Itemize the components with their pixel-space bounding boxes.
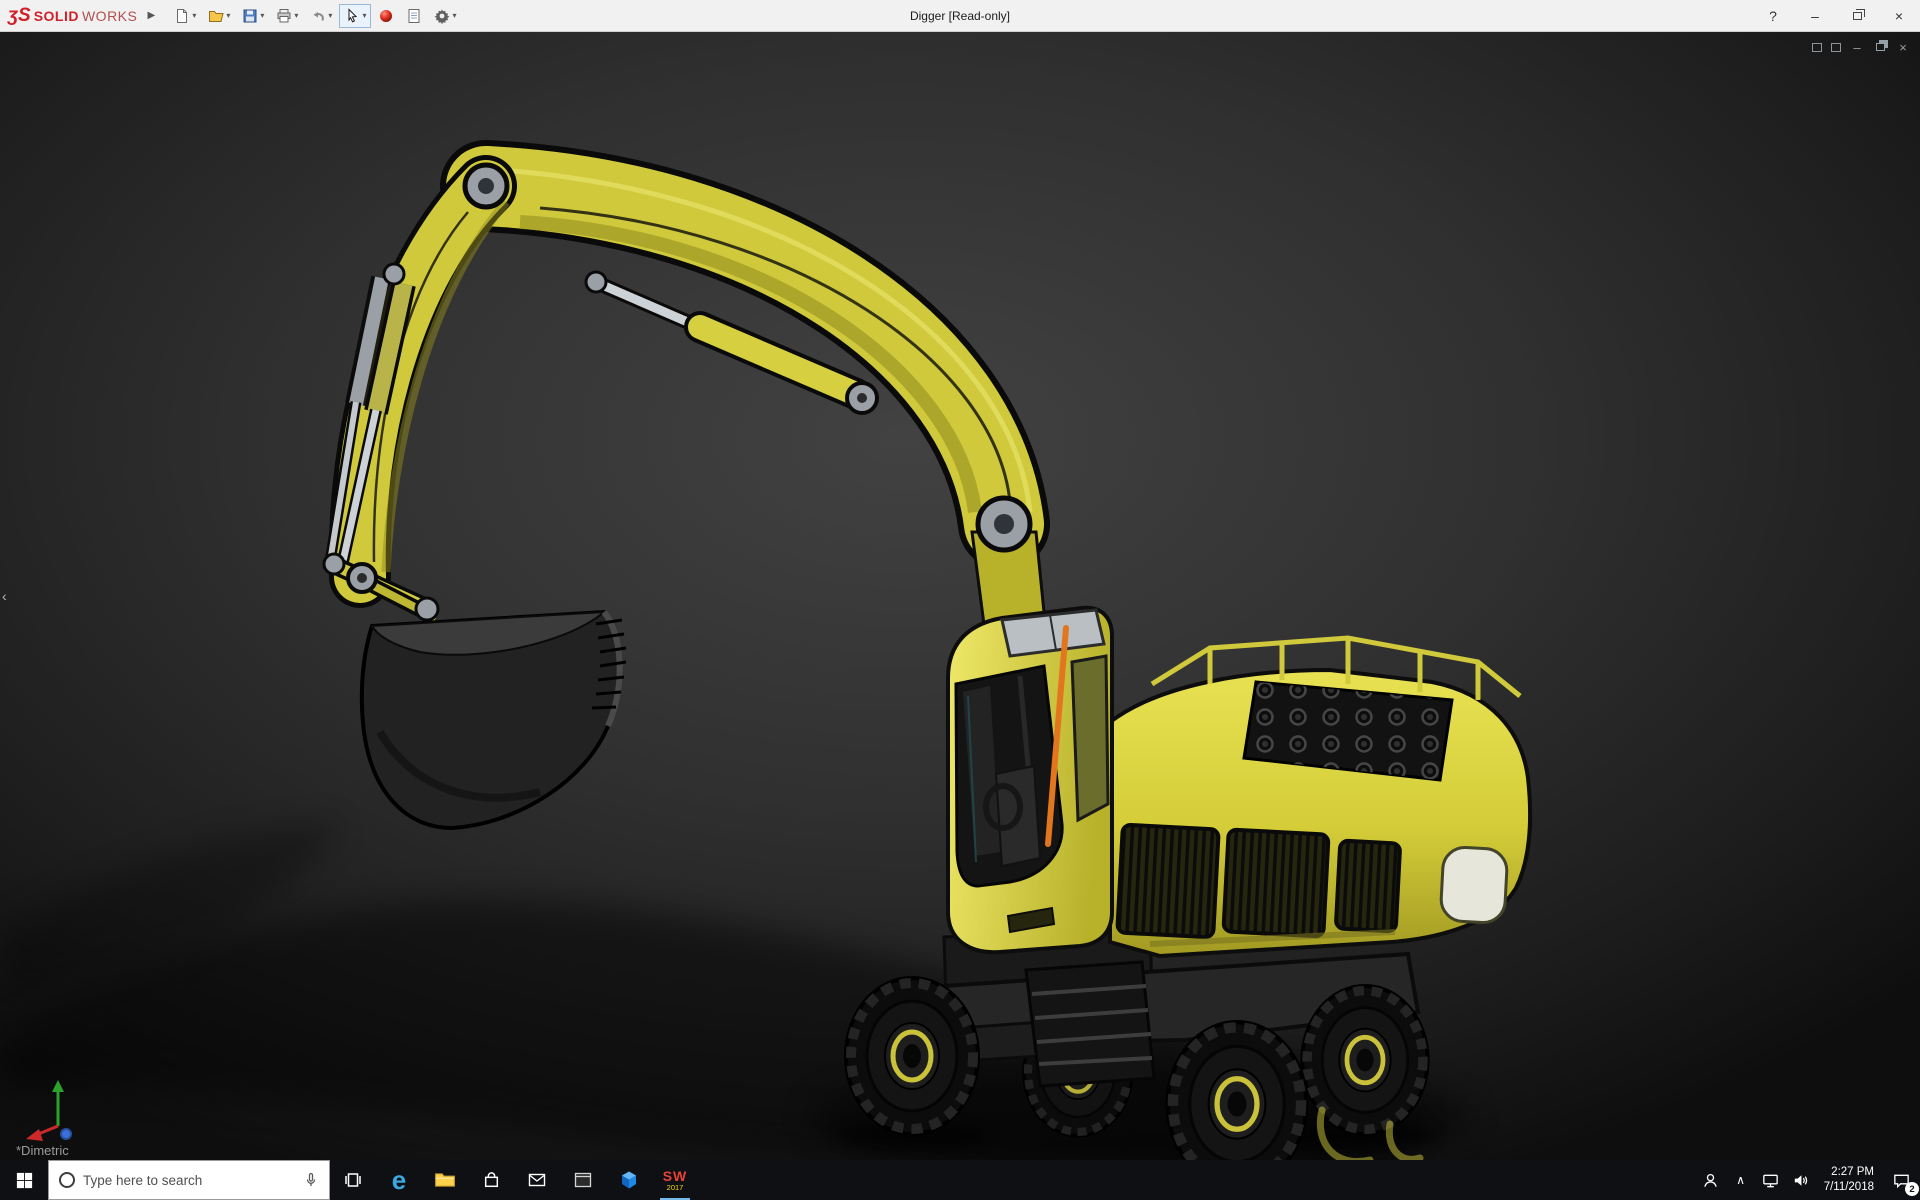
taskbar-search[interactable] <box>48 1160 330 1200</box>
dropdown-caret-icon[interactable]: ▾ <box>452 12 456 20</box>
volume-icon <box>1791 1171 1810 1190</box>
store-icon <box>482 1171 501 1190</box>
solidworks-logo: ʒS SOLIDWORKS <box>8 5 137 27</box>
logo-solid-text: SOLID <box>34 8 79 24</box>
rebuild-button[interactable] <box>373 4 399 28</box>
solidworks-2017-button[interactable]: SW 2017 <box>652 1160 698 1200</box>
solidworks-window: ʒS SOLIDWORKS ▶ ▾ ▾ ▾ ▾ ▾ <box>0 0 1920 1200</box>
new-document-button[interactable]: ▾ <box>169 4 201 28</box>
command-prompt-button[interactable] <box>560 1160 606 1200</box>
windows-logo-icon <box>16 1172 33 1189</box>
solidworks-app-year: 2017 <box>667 1184 684 1192</box>
mail-button[interactable] <box>514 1160 560 1200</box>
search-input[interactable] <box>83 1173 295 1188</box>
doc-window-icon[interactable] <box>1831 43 1841 52</box>
dropdown-caret-icon[interactable]: ▾ <box>328 12 332 20</box>
file-explorer-icon <box>434 1170 456 1190</box>
clock[interactable]: 2:27 PM 7/11/2018 <box>1816 1160 1882 1200</box>
close-button[interactable]: × <box>1878 0 1920 32</box>
3d-builder-button[interactable] <box>606 1160 652 1200</box>
rebuild-sphere-icon <box>378 8 394 24</box>
step-ladder <box>1026 962 1154 1086</box>
quick-access-toolbar: ▾ ▾ ▾ ▾ ▾ ▾ <box>169 4 461 28</box>
people-icon <box>1701 1171 1720 1190</box>
network-button[interactable] <box>1756 1160 1786 1200</box>
engine-grilles <box>1117 825 1400 938</box>
microphone-icon[interactable] <box>303 1172 319 1188</box>
doc-close-button[interactable]: × <box>1896 40 1910 54</box>
store-button[interactable] <box>468 1160 514 1200</box>
select-cursor-icon <box>344 8 360 24</box>
wheel-front-left <box>846 978 978 1134</box>
minimize-button[interactable]: – <box>1794 0 1836 32</box>
rear-panel <box>1440 846 1508 923</box>
featuremanager-flyout-arrow[interactable]: ‹ <box>0 582 9 610</box>
edge-icon: e <box>392 1167 406 1193</box>
clock-time: 2:27 PM <box>1831 1165 1874 1180</box>
help-button[interactable]: ? <box>1752 0 1794 32</box>
doc-window-icon[interactable] <box>1812 43 1822 52</box>
restore-icon <box>1853 12 1862 20</box>
save-button[interactable]: ▾ <box>237 4 269 28</box>
graphics-area[interactable]: – × ‹ *Dimetric <box>0 32 1920 1160</box>
open-folder-icon <box>208 8 224 24</box>
undo-icon <box>310 8 326 24</box>
clock-date: 7/11/2018 <box>1824 1180 1874 1195</box>
show-hidden-icons-button[interactable]: ∧ <box>1726 1160 1756 1200</box>
notification-badge: 2 <box>1905 1182 1919 1196</box>
file-explorer-button[interactable] <box>422 1160 468 1200</box>
volume-button[interactable] <box>1786 1160 1816 1200</box>
save-icon <box>242 8 258 24</box>
ds-logo-mark: ʒS <box>8 5 31 27</box>
cortana-icon[interactable] <box>59 1172 75 1188</box>
print-button[interactable]: ▾ <box>271 4 303 28</box>
task-view-icon <box>343 1170 363 1190</box>
logo-works-text: WORKS <box>82 8 137 24</box>
undo-button[interactable]: ▾ <box>305 4 337 28</box>
options-button[interactable]: ▾ <box>429 4 461 28</box>
task-view-button[interactable] <box>330 1160 376 1200</box>
doc-restore-button[interactable] <box>1873 40 1887 54</box>
select-button[interactable]: ▾ <box>339 4 371 28</box>
menu-expand-arrow[interactable]: ▶ <box>143 5 159 27</box>
open-button[interactable]: ▾ <box>203 4 235 28</box>
cab[interactable] <box>948 608 1112 952</box>
mail-icon <box>527 1170 547 1190</box>
side-window <box>1072 656 1108 820</box>
file-properties-button[interactable] <box>401 4 427 28</box>
dropdown-caret-icon[interactable]: ▾ <box>260 12 264 20</box>
network-icon <box>1761 1171 1780 1190</box>
edge-button[interactable]: e <box>376 1160 422 1200</box>
doc-restore-icon <box>1876 43 1885 51</box>
taskbar-empty-area[interactable] <box>698 1160 1696 1200</box>
dropdown-caret-icon[interactable]: ▾ <box>362 12 366 20</box>
doc-minimize-button[interactable]: – <box>1850 40 1864 54</box>
dropdown-caret-icon[interactable]: ▾ <box>294 12 298 20</box>
solidworks-app-icon: SW <box>663 1169 688 1183</box>
document-title: Digger [Read-only] <box>910 0 1010 32</box>
new-document-icon <box>174 8 190 24</box>
restore-button[interactable] <box>1836 0 1878 32</box>
view-orientation-label: *Dimetric <box>16 1143 69 1158</box>
document-window-controls: – × <box>1812 40 1910 54</box>
titlebar: ʒS SOLIDWORKS ▶ ▾ ▾ ▾ ▾ ▾ <box>0 0 1920 32</box>
file-properties-icon <box>406 8 422 24</box>
3d-scene[interactable] <box>0 32 1920 1160</box>
dropdown-caret-icon[interactable]: ▾ <box>226 12 230 20</box>
action-center-button[interactable]: 2 <box>1882 1160 1920 1200</box>
print-icon <box>276 8 292 24</box>
3d-cube-icon <box>619 1170 639 1190</box>
command-prompt-icon <box>573 1170 593 1190</box>
wheel-rear-left <box>1168 1022 1307 1160</box>
taskbar[interactable]: e SW 2017 ∧ 2:2 <box>0 1160 1920 1200</box>
dropdown-caret-icon[interactable]: ▾ <box>192 12 196 20</box>
options-gear-icon <box>434 8 450 24</box>
people-button[interactable] <box>1696 1160 1726 1200</box>
start-button[interactable] <box>0 1160 48 1200</box>
window-controls: ? – × <box>1752 0 1920 32</box>
